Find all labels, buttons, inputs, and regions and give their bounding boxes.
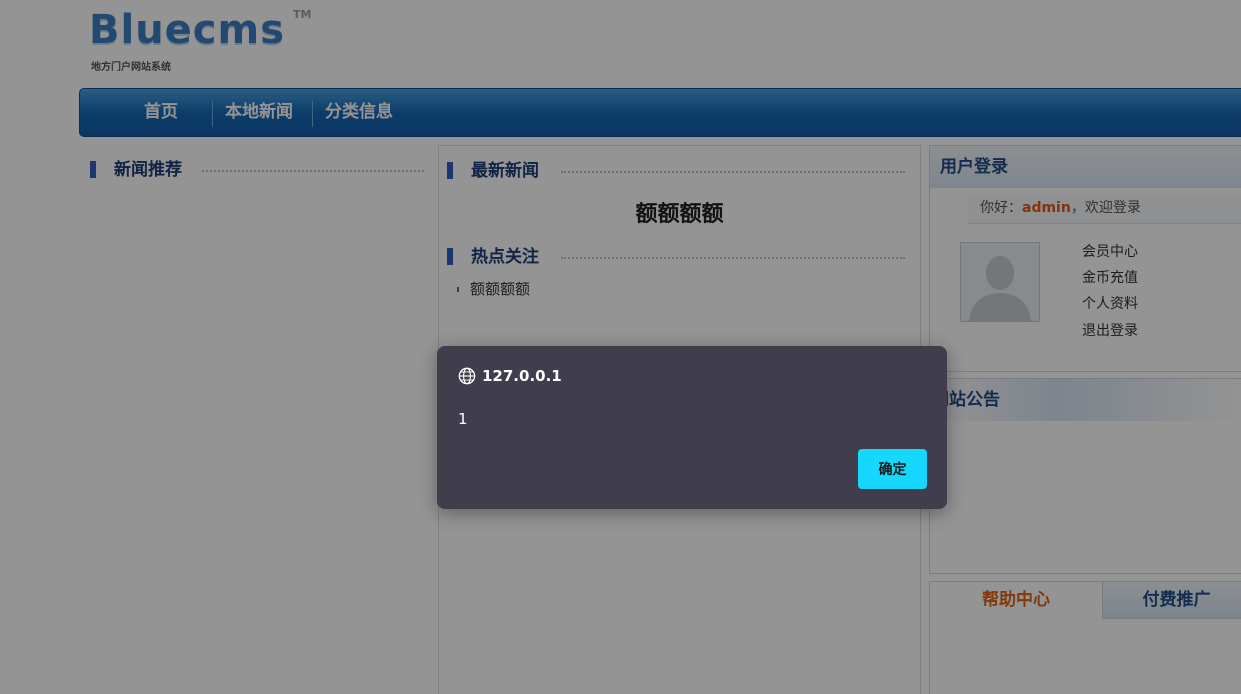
- alert-dialog: 127.0.0.1 1 确定: [437, 346, 947, 509]
- ok-button[interactable]: 确定: [858, 449, 927, 489]
- globe-icon: [458, 367, 476, 385]
- dialog-origin: 127.0.0.1: [482, 367, 562, 385]
- page: Bluecms TM 地方门户网站系统 首页 本地新闻 分类信息 新闻推荐 最新…: [0, 0, 1241, 694]
- dialog-message: 1: [458, 410, 468, 428]
